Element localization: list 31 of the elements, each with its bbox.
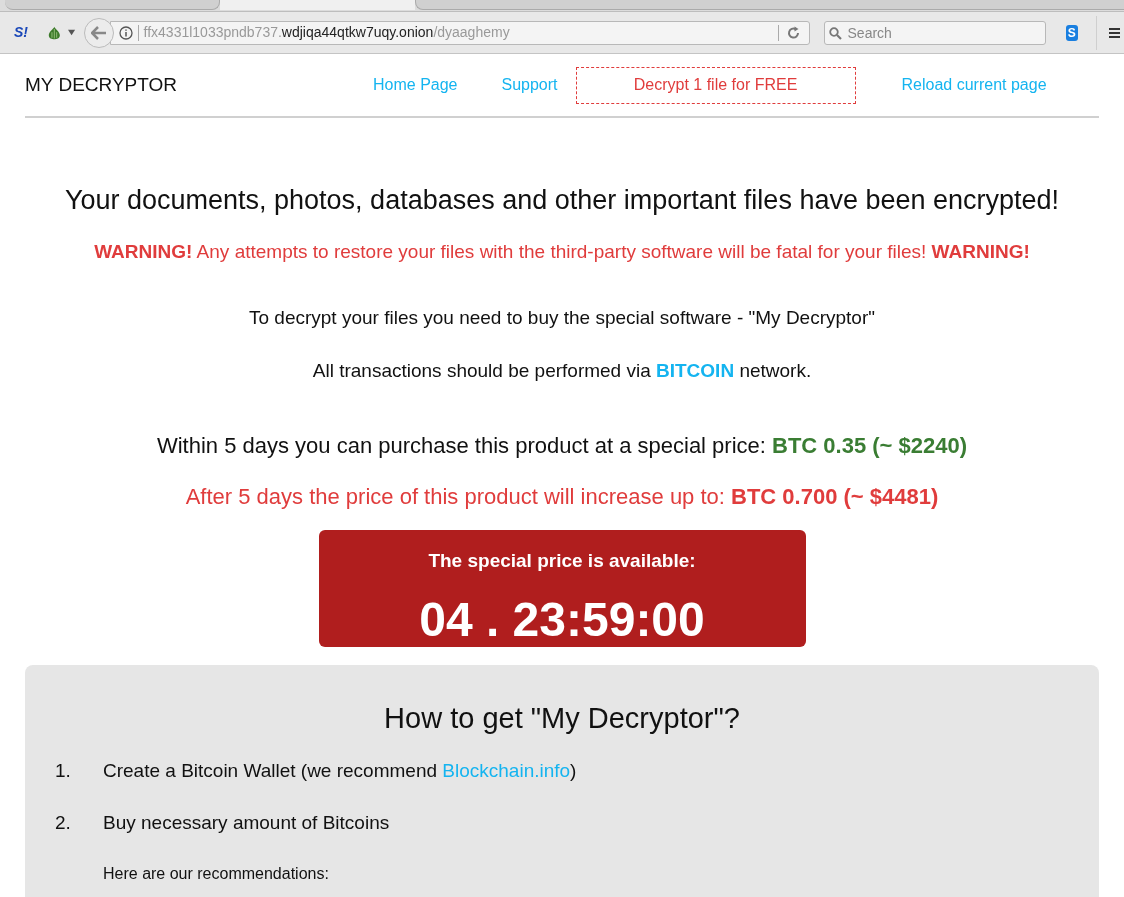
url-text[interactable]: ffx4331l1033pndb737.wdjiqa44qtkw7uqy.onion/dyaaghemy	[143, 22, 510, 43]
nav-link[interactable]: Reload current page	[901, 73, 1047, 97]
search-field[interactable]: Search	[823, 20, 1046, 45]
recommendations-text: Here are our recommendations:	[103, 863, 330, 884]
step-text: Buy necessary amount of Bitcoins	[103, 811, 390, 835]
instructions-title: How to get "My Decryptor"?	[383, 701, 741, 736]
info-text: To decrypt your files you need to buy the special software - "My Decryptor"	[249, 306, 875, 330]
dropdown-icon[interactable]	[68, 29, 76, 36]
price-text: Within 5 days you can purchase this product at a special price: BTC 0.35 (~ $2240)	[156, 432, 968, 460]
countdown-title: The special price is available:	[428, 549, 696, 573]
step-number: 2.	[55, 811, 72, 835]
info-text: All transactions should be performed via BITCOIN network.	[312, 358, 812, 383]
back-button[interactable]	[83, 17, 114, 48]
price-text: After 5 days the price of this product will increase up to: BTC 0.700 (~ $4481)	[185, 483, 939, 511]
free-decrypt-button[interactable]: Decrypt 1 file for FREE	[575, 66, 856, 104]
site-logo: MY DECRYPTOR	[25, 72, 179, 97]
menu-icon[interactable]	[1108, 25, 1120, 40]
extension-icon[interactable]: S	[1065, 24, 1079, 41]
step-number: 1.	[55, 758, 72, 783]
headline: Your documents, photos, databases and other important files have been encrypted!	[63, 184, 1061, 217]
addon-icon[interactable]: S!	[14, 22, 30, 43]
warning-text: WARNING! Any attempts to restore your files with the third-party software will be fatal for your files! WARNING!	[93, 239, 1031, 264]
nav-link[interactable]: Support	[501, 73, 558, 97]
address-bar[interactable]: ffx4331l1033pndb737.wdjiqa44qtkw7uqy.onion/dyaaghemy	[109, 20, 810, 45]
back-arrow-icon	[90, 25, 107, 40]
step-text: Create a Bitcoin Wallet (we recommend Blockchain.info)	[103, 758, 577, 783]
nav-link[interactable]: Home Page	[373, 73, 458, 97]
search-icon	[828, 26, 842, 40]
reload-icon[interactable]	[786, 25, 801, 40]
info-icon[interactable]	[118, 25, 133, 40]
countdown-timer: 04 . 23:59:00	[419, 595, 705, 644]
